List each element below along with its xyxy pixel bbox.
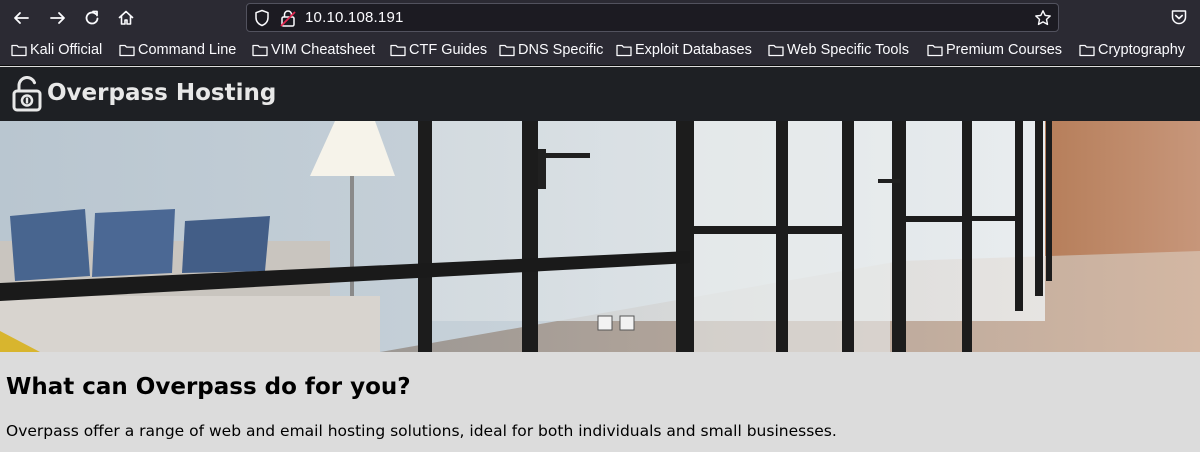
url-text[interactable]: 10.10.108.191 [305,9,404,26]
bookmark-folder[interactable]: Command Line [119,42,236,58]
bookmark-label: Exploit Databases [635,42,752,58]
bookmark-folder[interactable]: Cryptography [1079,42,1185,58]
home-icon [118,10,134,25]
bookmark-label: DNS Specific [518,42,604,58]
site-title[interactable]: Overpass Hosting [47,80,276,106]
bookmark-label: Kali Official [30,42,103,58]
folder-icon [11,44,27,57]
folder-icon [927,44,943,57]
arrow-right-icon [50,12,65,24]
tracking-shield-icon[interactable] [253,9,271,27]
bookmark-folder[interactable]: Exploit Databases [616,42,752,58]
bookmark-label: Premium Courses [946,42,1063,58]
bookmark-folder[interactable]: DNS Specific [499,42,603,58]
browser-toolbar: 10.10.108.191 [0,0,1200,36]
folder-icon [390,44,406,57]
folder-icon [499,44,515,57]
bookmark-folder[interactable]: Web Specific Tools [768,42,909,58]
bookmark-folder[interactable]: CTF Guides [390,42,487,58]
folder-icon [768,44,784,57]
padlock-logo-icon[interactable] [12,76,42,112]
address-bar[interactable]: 10.10.108.191 [246,3,1059,32]
bookmark-label: Web Specific Tools [787,42,909,58]
intro-paragraph: Overpass offer a range of web and email … [6,422,837,440]
forward-button[interactable] [46,6,70,30]
home-button[interactable] [114,6,138,30]
back-button[interactable] [9,6,33,30]
bookmark-folder[interactable]: Kali Official [11,42,102,58]
reload-icon [85,10,99,25]
pocket-icon[interactable] [1170,8,1188,26]
folder-icon [119,44,135,57]
bookmark-label: VIM Cheatsheet [271,42,375,58]
office-interior-illustration [0,121,1200,352]
bookmark-folder[interactable]: VIM Cheatsheet [252,42,375,58]
bookmark-label: CTF Guides [409,42,488,58]
section-heading: What can Overpass do for you? [6,374,411,400]
arrow-left-icon [14,12,29,24]
reload-button[interactable] [80,6,104,30]
bookmark-star-icon[interactable] [1034,9,1052,27]
bookmark-label: Command Line [138,42,237,58]
site-header: Overpass Hosting [0,67,1200,121]
hero-image [0,121,1200,352]
bookmark-label: Cryptography [1098,42,1186,58]
folder-icon [1079,44,1095,57]
bookmark-folder[interactable]: Premium Courses [927,42,1062,58]
folder-icon [616,44,632,57]
page-content: What can Overpass do for you? Overpass o… [0,352,1200,452]
insecure-lock-icon[interactable] [280,9,296,27]
folder-icon [252,44,268,57]
bookmarks-bar: Kali Official Command Line VIM Cheatshee… [0,36,1200,66]
